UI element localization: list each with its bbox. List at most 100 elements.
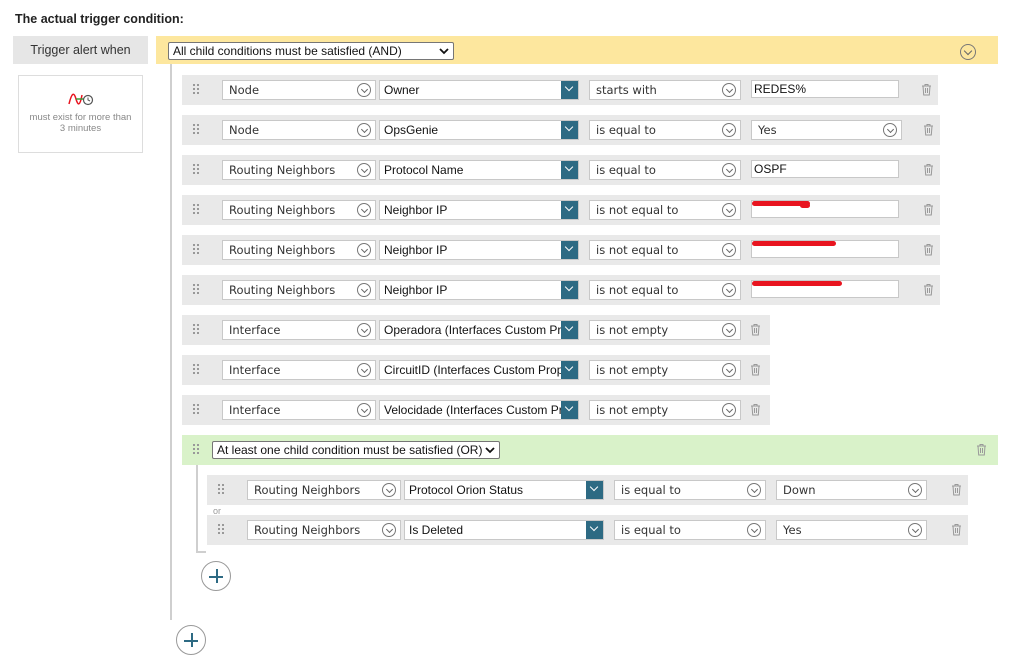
trash-icon[interactable] — [923, 123, 934, 136]
field-combobox[interactable]: Operadora (Interfaces Custom Properties) — [379, 320, 579, 340]
trash-icon[interactable] — [951, 523, 962, 536]
field-combobox[interactable]: Neighbor IP — [379, 280, 579, 300]
condition-row: Interface CircuitID (Interfaces Custom Pr… — [182, 355, 770, 385]
entity-select-value: Node — [229, 123, 260, 137]
entity-select[interactable]: Routing Neighbors — [247, 520, 401, 540]
trash-icon[interactable] — [750, 363, 761, 376]
chevron-down-icon[interactable] — [561, 241, 578, 259]
drag-handle-icon[interactable] — [193, 204, 201, 216]
value-input[interactable]: OSPF — [751, 160, 899, 178]
operator-select-value: is not equal to — [596, 243, 679, 257]
trash-icon[interactable] — [750, 403, 761, 416]
entity-select[interactable]: Routing Neighbors — [222, 240, 376, 260]
value-select[interactable]: Down — [776, 480, 927, 500]
operator-select-value: is not empty — [596, 323, 669, 337]
collapse-group-icon[interactable] — [960, 44, 976, 60]
operator-select[interactable]: is not empty — [589, 400, 741, 420]
or-group-select-value: At least one child condition must be sat… — [217, 443, 483, 457]
trash-icon[interactable] — [923, 163, 934, 176]
trash-icon[interactable] — [923, 203, 934, 216]
chevron-down-icon — [908, 483, 922, 497]
chevron-down-icon — [357, 283, 371, 297]
chevron-down-icon — [439, 48, 449, 55]
entity-select[interactable]: Interface — [222, 320, 376, 340]
chevron-down-icon[interactable] — [586, 481, 603, 499]
operator-select-value: is equal to — [621, 523, 681, 537]
chevron-down-icon[interactable] — [561, 281, 578, 299]
field-combobox[interactable]: Neighbor IP — [379, 240, 579, 260]
field-combobox-value: Protocol Name — [384, 163, 464, 177]
operator-select[interactable]: is not equal to — [589, 240, 741, 260]
operator-select[interactable]: starts with — [589, 80, 741, 100]
chevron-down-icon[interactable] — [561, 161, 578, 179]
value-select-value: Down — [783, 483, 816, 497]
add-condition-or-group-button[interactable] — [201, 561, 231, 591]
or-group-select[interactable]: At least one child condition must be sat… — [212, 441, 500, 459]
operator-select[interactable]: is not equal to — [589, 280, 741, 300]
chevron-down-icon — [747, 483, 761, 497]
drag-handle-icon[interactable] — [193, 84, 201, 96]
field-combobox[interactable]: Is Deleted — [404, 520, 604, 540]
chevron-down-icon — [357, 403, 371, 417]
root-group-select[interactable]: All child conditions must be satisfied (… — [168, 42, 454, 60]
chevron-down-icon[interactable] — [561, 361, 578, 379]
drag-handle-icon[interactable] — [193, 444, 201, 456]
operator-select[interactable]: is equal to — [589, 120, 741, 140]
field-combobox[interactable]: CircuitID (Interfaces Custom Properties) — [379, 360, 579, 380]
field-combobox[interactable]: Neighbor IP — [379, 200, 579, 220]
duration-condition-box[interactable]: must exist for more than 3 minutes — [18, 75, 143, 153]
field-combobox[interactable]: Owner — [379, 80, 579, 100]
drag-handle-icon[interactable] — [193, 164, 201, 176]
entity-select[interactable]: Routing Neighbors — [222, 200, 376, 220]
drag-handle-icon[interactable] — [193, 404, 201, 416]
condition-row: Interface Velocidade (Interfaces Custom P… — [182, 395, 770, 425]
operator-select[interactable]: is not equal to — [589, 200, 741, 220]
drag-handle-icon[interactable] — [193, 324, 201, 336]
trash-icon[interactable] — [951, 483, 962, 496]
trash-icon[interactable] — [750, 323, 761, 336]
chevron-down-icon — [357, 203, 371, 217]
operator-select-value: is not equal to — [596, 203, 679, 217]
chevron-down-icon[interactable] — [561, 81, 578, 99]
drag-handle-icon[interactable] — [193, 364, 201, 376]
operator-select[interactable]: is not empty — [589, 320, 741, 340]
trash-icon[interactable] — [921, 83, 932, 96]
entity-select[interactable]: Interface — [222, 400, 376, 420]
field-combobox[interactable]: Protocol Orion Status — [404, 480, 604, 500]
operator-select[interactable]: is equal to — [614, 520, 766, 540]
entity-select[interactable]: Node — [222, 80, 376, 100]
value-select[interactable]: Yes — [776, 520, 927, 540]
operator-select[interactable]: is equal to — [589, 160, 741, 180]
drag-handle-icon[interactable] — [193, 284, 201, 296]
trash-icon[interactable] — [923, 243, 934, 256]
value-input[interactable]: REDES% — [751, 80, 899, 98]
field-combobox[interactable]: Protocol Name — [379, 160, 579, 180]
drag-handle-icon[interactable] — [193, 124, 201, 136]
entity-select[interactable]: Routing Neighbors — [222, 160, 376, 180]
entity-select[interactable]: Interface — [222, 360, 376, 380]
field-combobox[interactable]: Velocidade (Interfaces Custom Properties… — [379, 400, 579, 420]
drag-handle-icon[interactable] — [218, 484, 226, 496]
chevron-down-icon — [485, 447, 495, 454]
operator-select[interactable]: is equal to — [614, 480, 766, 500]
chevron-down-icon[interactable] — [561, 321, 578, 339]
tree-line — [170, 64, 172, 620]
drag-handle-icon[interactable] — [218, 524, 226, 536]
trash-icon[interactable] — [923, 283, 934, 296]
operator-select[interactable]: is not empty — [589, 360, 741, 380]
add-condition-root-button[interactable] — [176, 625, 206, 655]
entity-select[interactable]: Node — [222, 120, 376, 140]
entity-select[interactable]: Routing Neighbors — [222, 280, 376, 300]
trash-icon[interactable] — [976, 443, 987, 456]
chevron-down-icon — [722, 323, 736, 337]
field-combobox[interactable]: OpsGenie — [379, 120, 579, 140]
value-select[interactable]: Yes — [751, 120, 902, 140]
chevron-down-icon[interactable] — [561, 201, 578, 219]
redaction-mark — [752, 281, 842, 286]
chevron-down-icon[interactable] — [586, 521, 603, 539]
drag-handle-icon[interactable] — [193, 244, 201, 256]
entity-select[interactable]: Routing Neighbors — [247, 480, 401, 500]
chevron-down-icon[interactable] — [561, 401, 578, 419]
chevron-down-icon[interactable] — [561, 121, 578, 139]
chevron-down-icon — [722, 283, 736, 297]
